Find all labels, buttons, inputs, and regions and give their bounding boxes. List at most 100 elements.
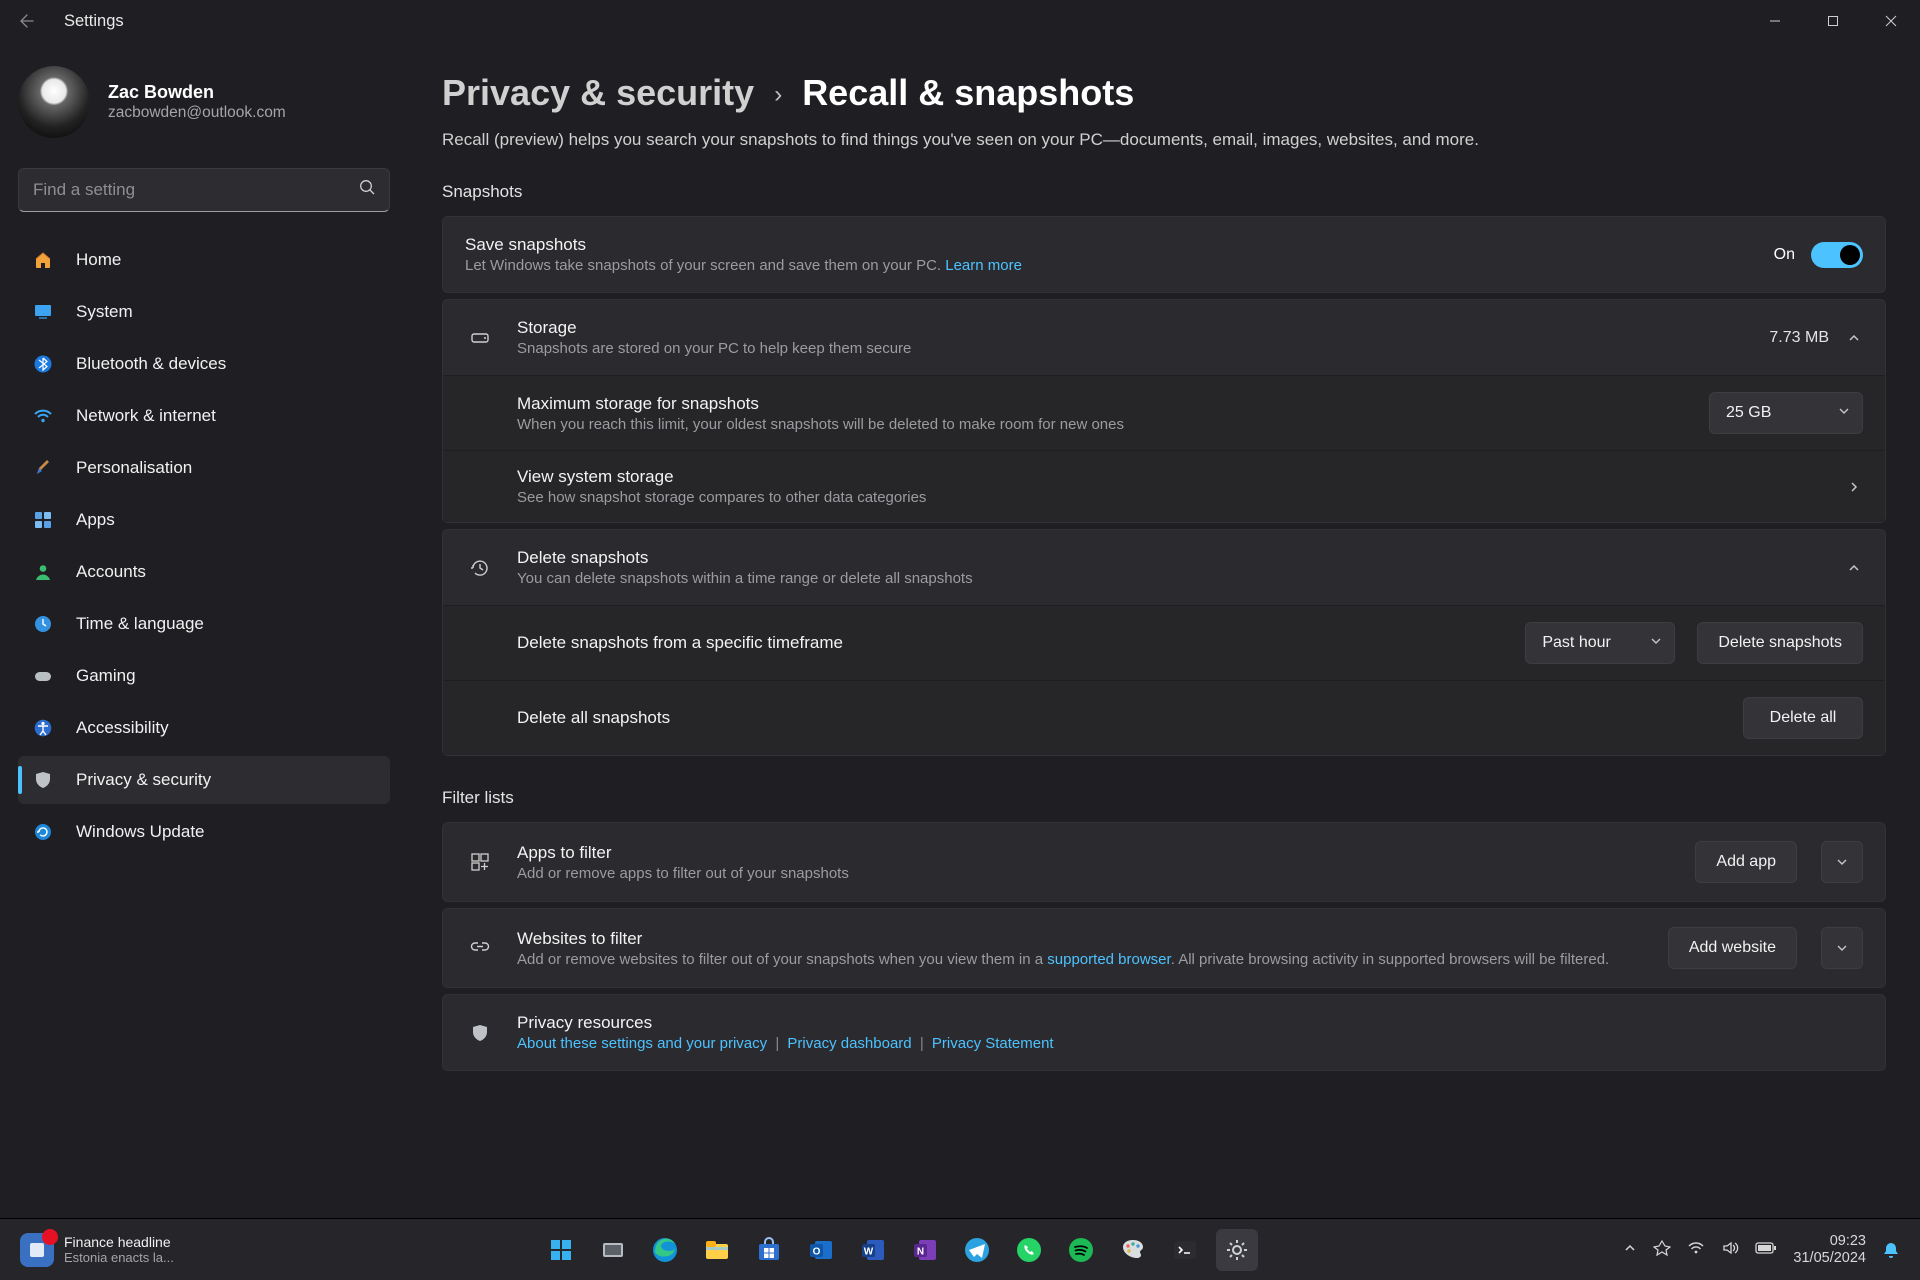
sidebar-item-accounts[interactable]: Accounts — [18, 548, 390, 596]
chevron-down-icon — [1838, 404, 1850, 422]
sidebar-item-home[interactable]: Home — [18, 236, 390, 284]
word-icon[interactable]: W — [852, 1229, 894, 1271]
privacy-dashboard-link[interactable]: Privacy dashboard — [787, 1035, 911, 1052]
sidebar-item-privacy-security[interactable]: Privacy & security — [18, 756, 390, 804]
home-icon — [32, 249, 54, 271]
copilot-icon[interactable] — [1653, 1239, 1671, 1261]
sidebar-item-label: Windows Update — [76, 822, 205, 842]
close-button[interactable] — [1862, 0, 1920, 42]
content-area: Privacy & security › Recall & snapshots … — [408, 42, 1920, 1218]
delete-snapshots-card: Delete snapshots You can delete snapshot… — [442, 529, 1886, 756]
taskview-button[interactable] — [592, 1229, 634, 1271]
user-email: zacbowden@outlook.com — [108, 104, 286, 122]
sidebar-item-gaming[interactable]: Gaming — [18, 652, 390, 700]
update-icon — [32, 821, 54, 843]
chevron-right-icon: › — [774, 81, 782, 109]
settings-taskbar-icon[interactable] — [1216, 1229, 1258, 1271]
storage-icon — [465, 327, 495, 349]
sidebar-item-windows-update[interactable]: Windows Update — [18, 808, 390, 856]
search-input[interactable] — [18, 168, 390, 212]
volume-tray-icon[interactable] — [1721, 1239, 1739, 1261]
sidebar-item-personalisation[interactable]: Personalisation — [18, 444, 390, 492]
svg-text:W: W — [863, 1246, 873, 1257]
add-app-button[interactable]: Add app — [1695, 841, 1797, 883]
app-name: Settings — [64, 12, 124, 31]
breadcrumb-parent[interactable]: Privacy & security — [442, 72, 754, 114]
breadcrumb: Privacy & security › Recall & snapshots — [442, 72, 1886, 114]
expand-websites-filter[interactable] — [1821, 927, 1863, 969]
terminal-icon[interactable] — [1164, 1229, 1206, 1271]
sidebar-item-bluetooth[interactable]: Bluetooth & devices — [18, 340, 390, 388]
news-widget[interactable]: Finance headline Estonia enacts la... — [20, 1233, 174, 1267]
file-explorer-icon[interactable] — [696, 1229, 738, 1271]
sidebar-item-label: System — [76, 302, 133, 322]
edge-icon[interactable] — [644, 1229, 686, 1271]
learn-more-link[interactable]: Learn more — [945, 257, 1022, 274]
link-icon — [465, 937, 495, 959]
back-button[interactable] — [14, 8, 40, 34]
minimize-button[interactable] — [1746, 0, 1804, 42]
tray-chevron-icon[interactable] — [1623, 1241, 1637, 1259]
svg-text:O: O — [812, 1246, 820, 1257]
start-button[interactable] — [540, 1229, 582, 1271]
maximize-button[interactable] — [1804, 0, 1862, 42]
save-snapshots-toggle[interactable] — [1811, 242, 1863, 268]
chevron-up-icon — [1845, 561, 1863, 575]
nav-list: Home System Bluetooth & devices Network … — [18, 236, 390, 856]
user-name: Zac Bowden — [108, 82, 286, 103]
gamepad-icon — [32, 665, 54, 687]
clock[interactable]: 09:23 31/05/2024 — [1793, 1233, 1866, 1266]
sidebar-item-label: Bluetooth & devices — [76, 354, 226, 374]
paint-icon[interactable] — [1112, 1229, 1154, 1271]
toggle-state-label: On — [1774, 246, 1795, 264]
sidebar: Zac Bowden zacbowden@outlook.com Home Sy… — [0, 42, 408, 1218]
save-snapshots-card: Save snapshots Let Windows take snapshot… — [442, 216, 1886, 293]
sidebar-item-accessibility[interactable]: Accessibility — [18, 704, 390, 752]
notification-icon[interactable] — [1882, 1241, 1900, 1259]
wifi-tray-icon[interactable] — [1687, 1239, 1705, 1261]
view-system-storage-row[interactable]: View system storage See how snapshot sto… — [443, 450, 1885, 522]
sidebar-item-label: Personalisation — [76, 458, 192, 478]
spotify-icon[interactable] — [1060, 1229, 1102, 1271]
delete-all-button[interactable]: Delete all — [1743, 697, 1863, 739]
delete-all-row: Delete all snapshots Delete all — [443, 680, 1885, 755]
outlook-icon[interactable]: O — [800, 1229, 842, 1271]
taskbar: Finance headline Estonia enacts la... O … — [0, 1218, 1920, 1280]
news-icon — [20, 1233, 54, 1267]
apps-filter-card: Apps to filter Add or remove apps to fil… — [442, 822, 1886, 902]
chevron-right-icon — [1845, 480, 1863, 494]
titlebar: Settings — [0, 0, 1920, 42]
delete-header[interactable]: Delete snapshots You can delete snapshot… — [443, 530, 1885, 605]
battery-tray-icon[interactable] — [1755, 1241, 1777, 1259]
onenote-icon[interactable]: N — [904, 1229, 946, 1271]
max-storage-row: Maximum storage for snapshots When you r… — [443, 375, 1885, 450]
sidebar-item-time-language[interactable]: Time & language — [18, 600, 390, 648]
sidebar-item-apps[interactable]: Apps — [18, 496, 390, 544]
max-storage-dropdown[interactable]: 25 GB — [1709, 392, 1863, 434]
sidebar-item-label: Time & language — [76, 614, 204, 634]
sidebar-item-system[interactable]: System — [18, 288, 390, 336]
sidebar-item-network[interactable]: Network & internet — [18, 392, 390, 440]
sidebar-item-label: Accessibility — [76, 718, 169, 738]
grid-icon — [465, 851, 495, 873]
bluetooth-icon — [32, 353, 54, 375]
add-website-button[interactable]: Add website — [1668, 927, 1797, 969]
about-privacy-link[interactable]: About these settings and your privacy — [517, 1035, 767, 1052]
expand-apps-filter[interactable] — [1821, 841, 1863, 883]
timeframe-dropdown[interactable]: Past hour — [1525, 622, 1675, 664]
delete-snapshots-button[interactable]: Delete snapshots — [1697, 622, 1863, 664]
system-tray[interactable]: 09:23 31/05/2024 — [1623, 1233, 1900, 1266]
privacy-statement-link[interactable]: Privacy Statement — [932, 1035, 1054, 1052]
person-icon — [32, 561, 54, 583]
privacy-resources-card: Privacy resources About these settings a… — [442, 994, 1886, 1071]
history-icon — [465, 557, 495, 579]
user-block[interactable]: Zac Bowden zacbowden@outlook.com — [18, 66, 390, 138]
supported-browser-link[interactable]: supported browser — [1047, 951, 1170, 968]
storage-header[interactable]: Storage Snapshots are stored on your PC … — [443, 300, 1885, 375]
store-icon[interactable] — [748, 1229, 790, 1271]
chevron-down-icon — [1650, 634, 1662, 652]
svg-text:N: N — [917, 1246, 924, 1257]
page-title: Recall & snapshots — [802, 72, 1134, 114]
whatsapp-icon[interactable] — [1008, 1229, 1050, 1271]
telegram-icon[interactable] — [956, 1229, 998, 1271]
